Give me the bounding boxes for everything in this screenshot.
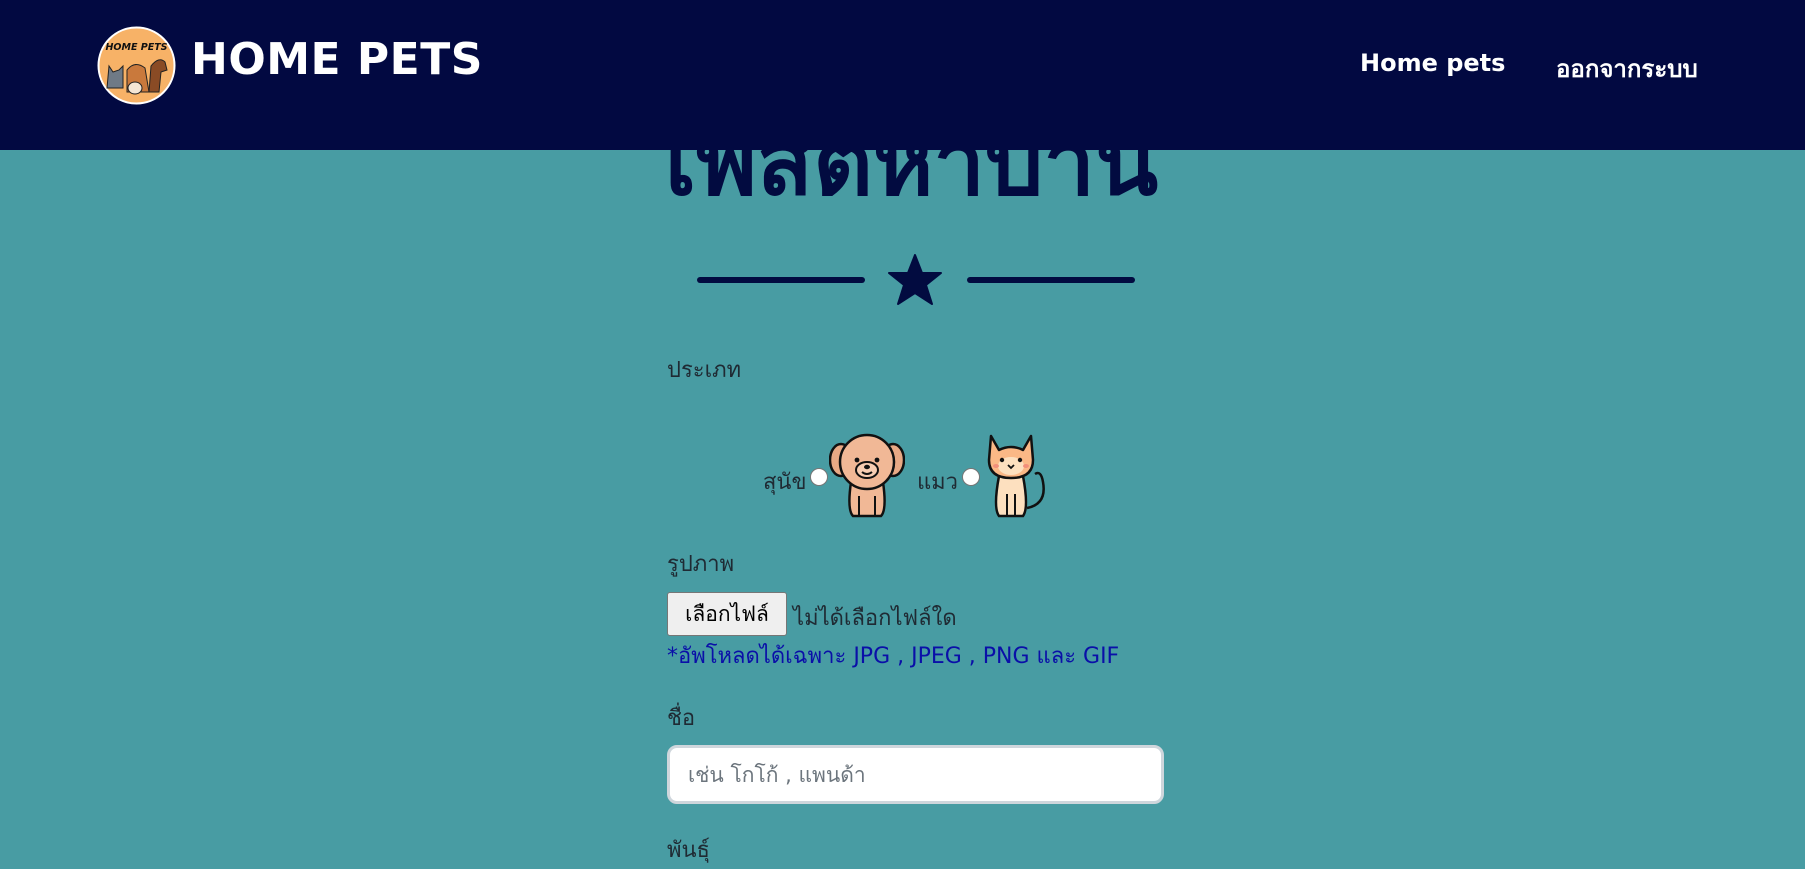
dog-radio[interactable] <box>810 468 828 486</box>
cat-icon <box>987 434 1045 518</box>
divider-line-left <box>697 277 865 283</box>
brand-name[interactable]: HOME PETS <box>191 34 483 85</box>
image-label: รูปภาพ <box>667 552 735 577</box>
cat-option-label: แมว <box>917 470 959 495</box>
title-divider <box>697 254 1135 306</box>
file-upload: เลือกไฟล์ ไม่ได้เลือกไฟล์ใด <box>667 592 1167 636</box>
dog-option-label: สุนัข <box>763 470 807 495</box>
type-label: ประเภท <box>667 358 742 383</box>
cat-radio[interactable] <box>962 468 980 486</box>
name-input[interactable] <box>667 745 1164 804</box>
dog-icon <box>829 433 905 518</box>
file-status-text: ไม่ได้เลือกไฟล์ใด <box>793 606 957 631</box>
nav-link-logout[interactable]: ออกจากระบบ <box>1556 49 1698 88</box>
home-pets-logo[interactable]: HOME PETS <box>97 26 176 105</box>
nav-link-home-pets[interactable]: Home pets <box>1360 49 1505 77</box>
divider-line-right <box>967 277 1135 283</box>
navbar: HOME PETS HOME PETS Home pets ออกจากระบบ <box>0 0 1805 150</box>
pet-type-options: สุนัข แมว <box>763 430 1163 524</box>
breed-label: พันธุ์ <box>667 838 710 863</box>
upload-hint: *อัพโหลดได้เฉพาะ JPG , JPEG , PNG และ GI… <box>667 644 1120 669</box>
choose-file-button[interactable]: เลือกไฟล์ <box>667 592 787 636</box>
star-icon <box>888 254 942 305</box>
name-label: ชื่อ <box>667 706 696 731</box>
logo-text: HOME PETS <box>105 42 167 53</box>
